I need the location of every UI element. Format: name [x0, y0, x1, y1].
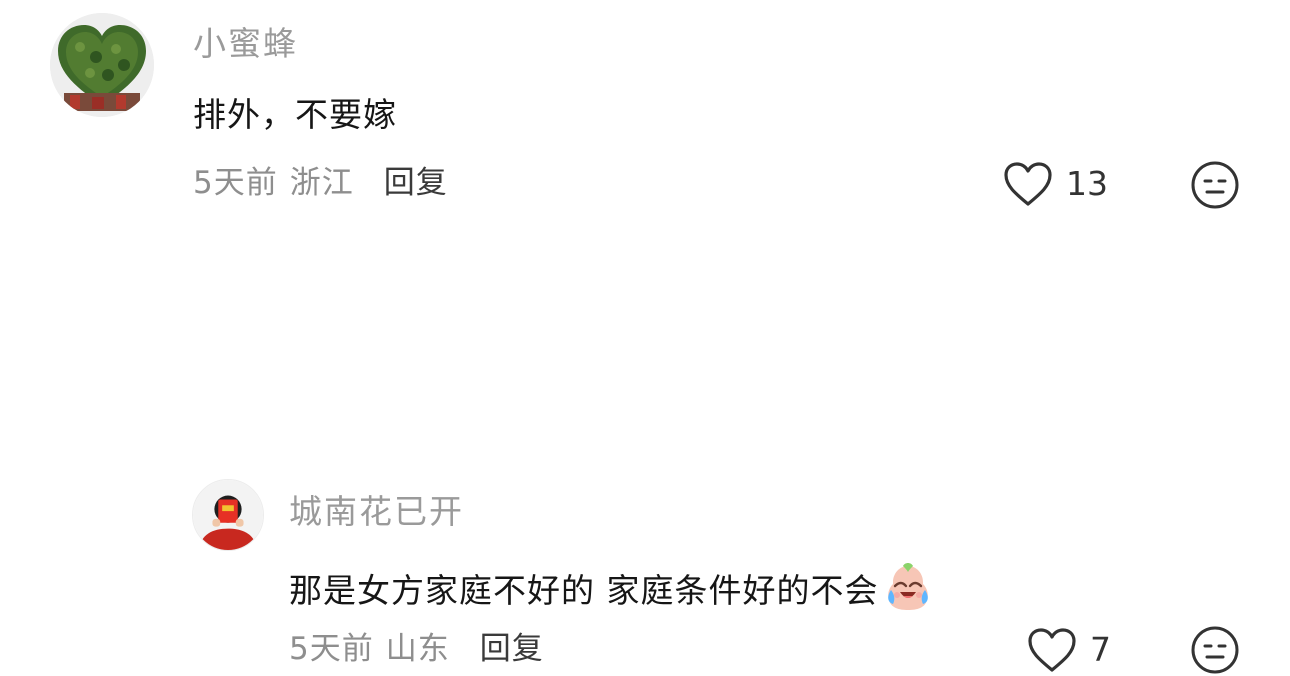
- comment-username[interactable]: 城南花已开: [289, 490, 464, 534]
- reply-button[interactable]: 回复: [384, 162, 448, 204]
- comment-meta: 5天前 山东 回复: [289, 628, 544, 670]
- reply-button[interactable]: 回复: [480, 628, 544, 670]
- neutral-face-icon: [1191, 161, 1239, 209]
- like-count: 13: [1066, 164, 1108, 203]
- comment-text: 那是女方家庭不好的 家庭条件好的不会: [289, 560, 935, 614]
- heart-outline-icon: [1004, 162, 1052, 206]
- comment-text-body: 那是女方家庭不好的 家庭条件好的不会: [289, 571, 879, 610]
- heart-topiary-avatar-icon: [50, 13, 154, 117]
- like-button[interactable]: 7: [1026, 624, 1111, 676]
- dislike-button[interactable]: [1190, 625, 1240, 675]
- reply-item: 城南花已开 那是女方家庭不好的 家庭条件好的不会 5天前 山东 回复 7: [0, 232, 1290, 674]
- heart-outline-icon: [1028, 628, 1076, 672]
- comment-location: 山东: [385, 631, 450, 667]
- comment-time: 5天前: [289, 631, 374, 667]
- avatar[interactable]: [50, 13, 154, 117]
- comment-location: 浙江: [289, 165, 354, 201]
- like-count: 7: [1090, 630, 1111, 669]
- comment-meta: 5天前 浙江 回复: [193, 162, 448, 204]
- comment-username[interactable]: 小蜜蜂: [193, 22, 298, 66]
- comment-time: 5天前: [193, 165, 278, 201]
- like-button[interactable]: 13: [1002, 158, 1108, 210]
- avatar[interactable]: [192, 479, 264, 551]
- comment-item: 小蜜蜂 排外，不要嫁 5天前 浙江 回复 13: [0, 0, 1290, 232]
- dislike-button[interactable]: [1190, 160, 1240, 210]
- neutral-face-icon: [1191, 626, 1239, 674]
- comment-text: 排外，不要嫁: [193, 95, 397, 134]
- person-red-envelope-avatar-icon: [193, 480, 263, 550]
- crying-laughing-emoji-icon: [881, 560, 935, 614]
